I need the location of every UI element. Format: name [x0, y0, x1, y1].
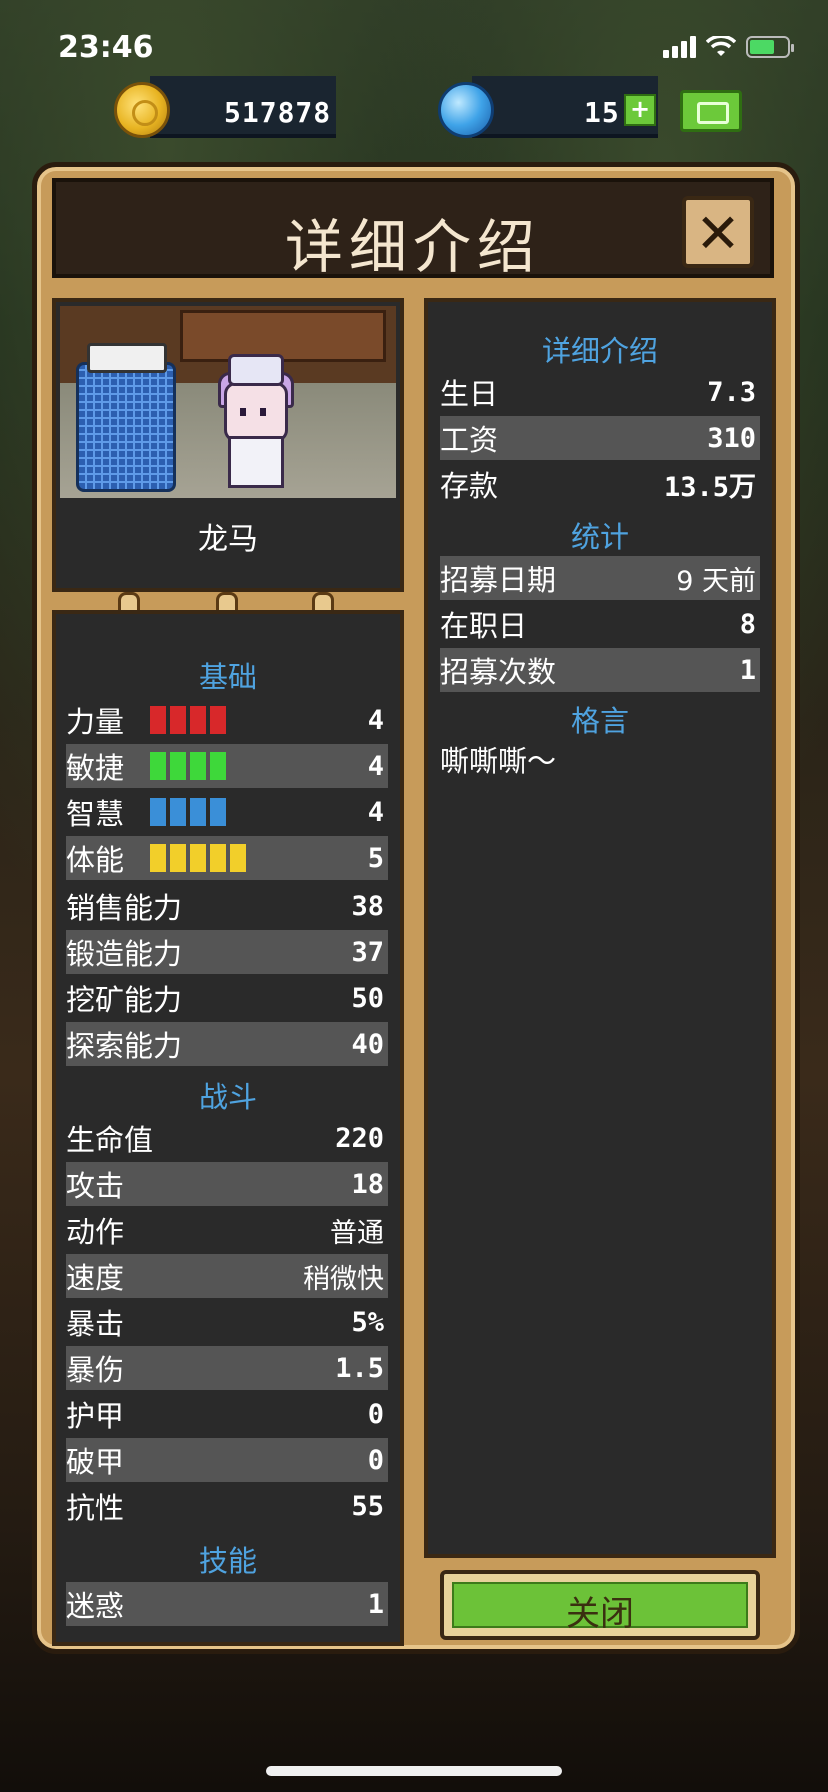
exchange-button[interactable] — [680, 90, 742, 132]
attribute-pip — [170, 752, 186, 780]
portrait-scene — [60, 306, 396, 498]
gem-amount: 15 — [584, 96, 620, 129]
attribute-pip — [230, 844, 246, 872]
status-time: 23:46 — [58, 30, 154, 65]
agility-pips — [150, 752, 226, 780]
strength-pips — [150, 706, 226, 734]
attribute-row: 力量 4 — [66, 704, 384, 740]
combat-row: 生命值 220 — [66, 1122, 384, 1158]
details-heading: 详细介绍 — [541, 334, 658, 368]
ability-row: 锻造能力 37 — [66, 930, 388, 974]
close-x-button[interactable]: ✕ — [682, 196, 754, 268]
dialog-title-bar: 详细介绍 — [52, 178, 774, 281]
combat-row: 攻击 18 — [66, 1162, 388, 1206]
cellular-signal-icon — [663, 36, 696, 58]
stats-heading: 统计 — [570, 520, 629, 554]
skills-heading: 技能 — [198, 1544, 257, 1578]
close-button[interactable]: 关闭 — [440, 1570, 760, 1640]
stats-row: 招募次数 1 — [440, 648, 760, 692]
gold-coin-icon — [114, 82, 170, 138]
attribute-pip — [150, 752, 166, 780]
attribute-pip — [210, 752, 226, 780]
status-icons — [663, 36, 794, 58]
attribute-pip — [150, 844, 166, 872]
stamina-pips — [150, 844, 246, 872]
home-indicator[interactable] — [266, 1766, 562, 1776]
combat-heading: 战斗 — [198, 1080, 257, 1114]
detail-row: 工资 310 — [440, 416, 760, 460]
blue-gem-icon — [438, 82, 494, 138]
ability-row: 挖矿能力 50 — [66, 982, 384, 1018]
attribute-row: 智慧 4 — [66, 796, 384, 832]
coin-amount: 517878 — [224, 96, 332, 129]
attribute-pip — [190, 752, 206, 780]
attribute-pip — [170, 706, 186, 734]
stats-row: 在职日 8 — [440, 608, 756, 644]
skill-row: 迷惑 1 — [66, 1582, 388, 1626]
character-sprite — [210, 354, 294, 488]
attribute-pip — [190, 798, 206, 826]
combat-row: 动作 普通 — [66, 1215, 384, 1249]
character-name: 龙马 — [198, 522, 258, 557]
motto-heading: 格言 — [570, 704, 629, 738]
close-icon: ✕ — [695, 202, 741, 265]
wisdom-pips — [150, 798, 226, 826]
machine-sprite — [76, 343, 176, 492]
combat-row: 速度 稍微快 — [66, 1254, 388, 1298]
attribute-pip — [150, 706, 166, 734]
attribute-pip — [170, 844, 186, 872]
attribute-pip — [170, 798, 186, 826]
attribute-pip — [210, 844, 226, 872]
add-gems-button[interactable]: + — [624, 94, 656, 126]
attribute-pip — [210, 798, 226, 826]
attribute-pip — [210, 706, 226, 734]
shop-shelf — [180, 310, 386, 362]
battery-icon — [746, 36, 794, 58]
stats-row: 招募日期 9 天前 — [440, 556, 760, 600]
wifi-icon — [706, 36, 736, 56]
attribute-pip — [190, 844, 206, 872]
close-button-label: 关闭 — [566, 1594, 634, 1634]
basics-heading: 基础 — [198, 660, 257, 694]
dialog-title: 详细介绍 — [284, 213, 541, 281]
ability-row: 销售能力 38 — [66, 890, 384, 926]
attribute-row: 敏捷 4 — [66, 744, 388, 788]
detail-row: 生日 7.3 — [440, 376, 756, 412]
attribute-pip — [150, 798, 166, 826]
attribute-pip — [190, 706, 206, 734]
combat-row: 暴伤 1.5 — [66, 1346, 388, 1390]
character-portrait: 龙马 — [52, 298, 404, 592]
combat-row: 抗性 55 — [66, 1490, 384, 1526]
detail-row: 存款 13.5万 — [440, 469, 756, 503]
ability-row: 探索能力 40 — [66, 1022, 388, 1066]
attribute-row: 体能 5 — [66, 836, 388, 880]
motto-text: 嘶嘶嘶～ — [440, 744, 557, 778]
combat-row: 暴击 5% — [66, 1306, 384, 1342]
combat-row: 护甲 0 — [66, 1398, 384, 1434]
combat-row: 破甲 0 — [66, 1438, 388, 1482]
